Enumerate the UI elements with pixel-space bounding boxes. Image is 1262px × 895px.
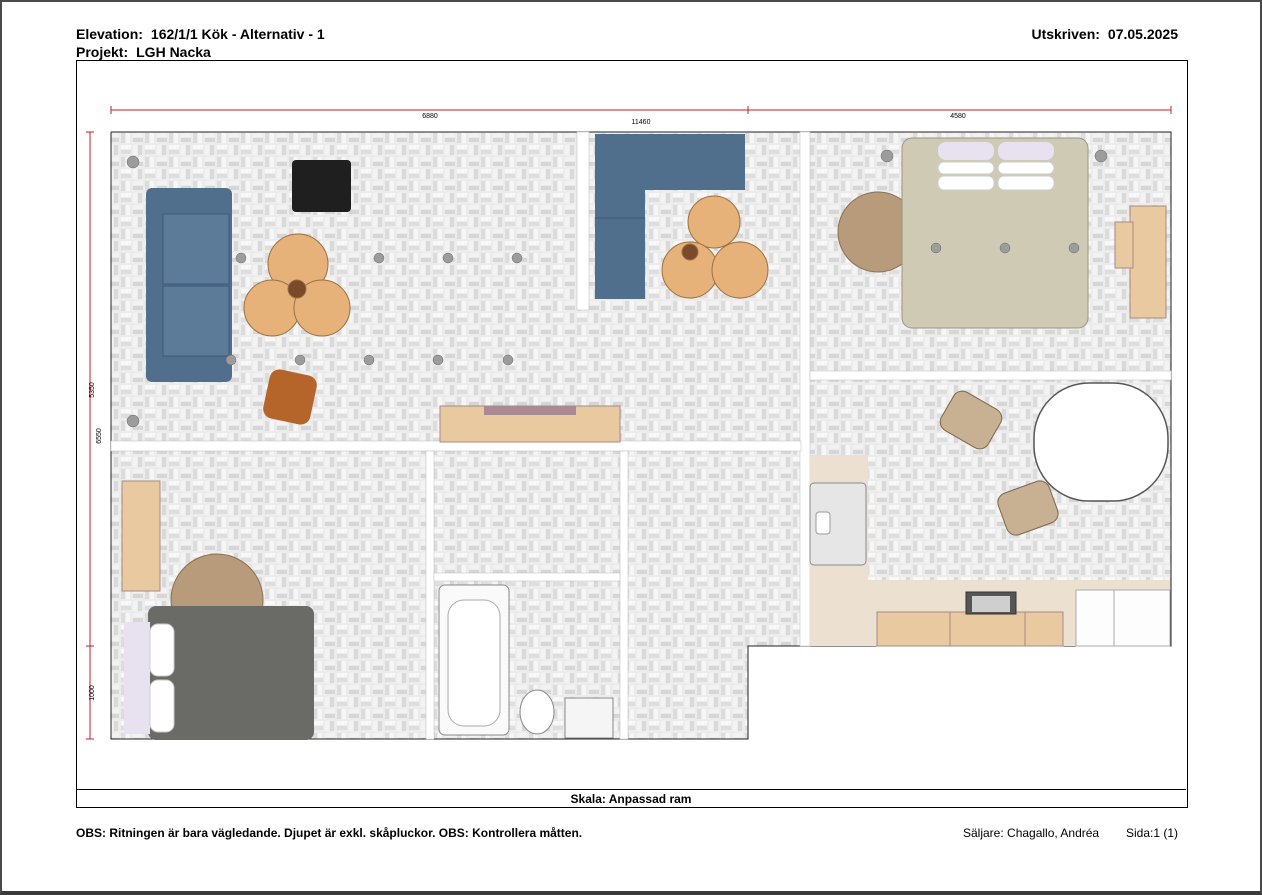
desk-right: [1129, 205, 1167, 319]
dim-top-total: 11460: [632, 119, 651, 126]
seller: Säljare: Chagallo, Andréa: [963, 826, 1100, 840]
dining-table: [1033, 382, 1169, 502]
footer-note: OBS: Ritningen är bara vägledande. Djupe…: [76, 826, 583, 840]
stool-right: [1114, 221, 1134, 269]
dim-top-right: 4580: [950, 113, 966, 120]
tv: [484, 406, 576, 415]
toilet: [519, 689, 555, 735]
dim-left-lower: 1000: [89, 685, 96, 701]
sofa-left: [146, 188, 232, 382]
dim-left-total: 6550: [96, 428, 103, 444]
washbasin: [564, 697, 614, 739]
double-bed-right: [901, 137, 1089, 329]
page-number: Sida:1 (1): [1126, 826, 1179, 840]
desk-left: [121, 480, 161, 592]
armchair-orange: [263, 369, 317, 425]
dim-top-left: 6880: [422, 113, 438, 120]
scale-label: Skala: Anpassad ram: [76, 789, 1186, 808]
double-bed-left: [124, 606, 314, 740]
ottoman: [292, 160, 351, 212]
bathtub: [438, 584, 510, 736]
floor-plan: 6880 11460 4580 5350 6550 1000: [86, 106, 1172, 740]
dim-left-upper: 5350: [89, 382, 96, 398]
